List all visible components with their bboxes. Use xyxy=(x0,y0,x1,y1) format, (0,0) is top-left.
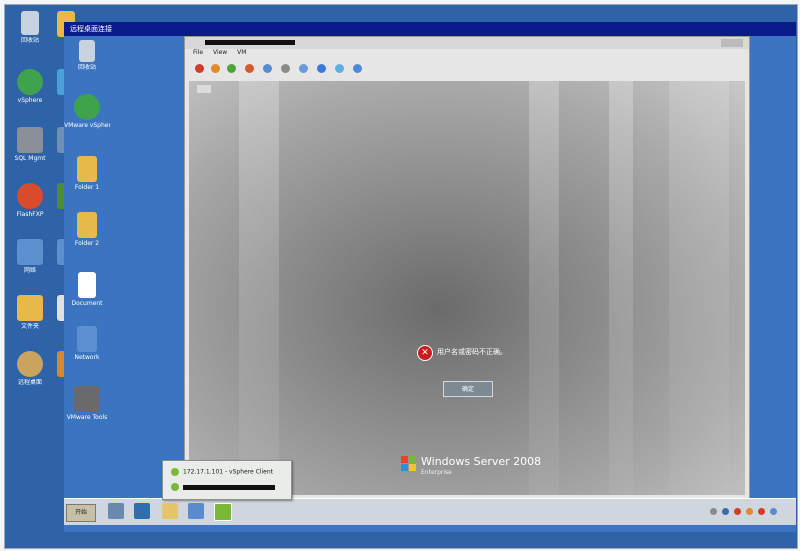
redacted-label xyxy=(183,484,275,490)
menu-file[interactable]: File xyxy=(193,49,203,56)
edition-label: Enterprise xyxy=(421,469,452,476)
desktop-icon-label: 远程桌面 xyxy=(17,379,42,386)
tray-icon[interactable] xyxy=(710,508,717,515)
tray-icon[interactable] xyxy=(758,508,765,515)
desktop-icon-label: Folder 1 xyxy=(74,184,100,191)
popup-item[interactable] xyxy=(171,483,287,495)
explorer-icon[interactable] xyxy=(162,503,178,519)
error-icon: ✕ xyxy=(417,345,433,361)
network-icon[interactable]: Network xyxy=(64,326,110,361)
ctrl-alt-del-icon[interactable] xyxy=(197,85,211,93)
vsphere-client-icon[interactable]: VMware vSphere Client xyxy=(64,94,110,129)
remote-recycle-bin-icon[interactable]: 回收站 xyxy=(64,40,110,71)
desktop-icon-label: VMware Tools xyxy=(66,414,108,421)
menu-vm[interactable]: VM xyxy=(237,49,246,56)
popup-item[interactable]: 172.17.1.101 - vSphere Client xyxy=(171,468,287,480)
brand-wordmark: Windows Server 2008 xyxy=(421,455,542,468)
error-message: 用户名或密码不正确。 xyxy=(437,348,507,356)
console-title-bar[interactable] xyxy=(185,37,749,49)
background-streak xyxy=(529,81,559,495)
taskbar: 开始 xyxy=(64,498,796,525)
system-tray xyxy=(706,505,790,519)
tray-icon[interactable] xyxy=(770,508,777,515)
desktop-icon-label: Folder 2 xyxy=(74,240,100,247)
snapshot-icon[interactable] xyxy=(263,64,272,73)
background-streak xyxy=(669,81,729,495)
desktop-icon-label: VMware vSphere Client xyxy=(64,122,110,129)
windows-flag-icon xyxy=(401,456,417,472)
ok-button-label: 确定 xyxy=(461,386,474,393)
desktop-icon-label: Document xyxy=(71,300,103,307)
network-adapter-icon[interactable] xyxy=(353,64,362,73)
desktop-icon-label: Network xyxy=(74,354,100,361)
vm-console-window: File View VM ✕ 用户名或密码不正确。 确定 Windows Ser… xyxy=(184,36,750,500)
background-streak xyxy=(239,81,279,495)
floppy-icon[interactable] xyxy=(335,64,344,73)
manage-snapshots-icon[interactable] xyxy=(299,64,308,73)
cdrom-icon[interactable] xyxy=(317,64,326,73)
window-controls[interactable] xyxy=(721,39,743,47)
suspend-icon[interactable] xyxy=(211,64,220,73)
tray-icon[interactable] xyxy=(746,508,753,515)
revert-icon[interactable] xyxy=(281,64,290,73)
console-menu-bar: File View VM xyxy=(185,49,749,59)
vmware-tools-icon[interactable]: VMware Tools xyxy=(64,386,110,421)
taskbar-group-popup: 172.17.1.101 - vSphere Client xyxy=(162,460,292,500)
folder-icon[interactable]: Folder 2 xyxy=(64,212,110,247)
menu-view[interactable]: View xyxy=(213,49,227,56)
power-on-icon[interactable] xyxy=(227,64,236,73)
desktop-icon-label: vSphere xyxy=(17,97,43,104)
reset-icon[interactable] xyxy=(245,64,254,73)
server-manager-icon[interactable] xyxy=(108,503,124,519)
rdp-window-title: 远程桌面连接 xyxy=(70,25,112,33)
start-button[interactable]: 开始 xyxy=(66,504,96,522)
vsphere-icon xyxy=(171,483,179,491)
vsphere-taskbar-icon[interactable] xyxy=(214,503,232,521)
redacted-title xyxy=(205,40,295,45)
tray-icon[interactable] xyxy=(734,508,741,515)
tray-icon[interactable] xyxy=(722,508,729,515)
vm-screen[interactable]: ✕ 用户名或密码不正确。 确定 Windows Server 2008 Ente… xyxy=(189,81,745,495)
desktop-icon-label: 文件夹 xyxy=(20,323,39,330)
power-off-icon[interactable] xyxy=(195,64,204,73)
network-icon[interactable] xyxy=(188,503,204,519)
vsphere-icon xyxy=(171,468,179,476)
ok-button[interactable]: 确定 xyxy=(443,381,493,397)
document-icon[interactable]: Document xyxy=(64,272,110,307)
rdp-title-bar[interactable]: 远程桌面连接 xyxy=(64,22,796,37)
desktop-icon-label: 回收站 xyxy=(20,37,39,44)
windows-server-logo: Windows Server 2008 Enterprise xyxy=(401,454,541,480)
folder-icon[interactable]: Folder 1 xyxy=(64,156,110,191)
powershell-icon[interactable] xyxy=(134,503,150,519)
desktop-icon-label: FlashFXP xyxy=(16,211,44,218)
background-streak xyxy=(609,81,633,495)
console-toolbar xyxy=(185,59,749,79)
desktop-icon-label: SQL Mgmt xyxy=(14,155,46,162)
desktop-icon-label: 网络 xyxy=(23,267,36,274)
desktop-icon-label: 回收站 xyxy=(77,64,96,71)
popup-item-label: 172.17.1.101 - vSphere Client xyxy=(183,468,274,476)
